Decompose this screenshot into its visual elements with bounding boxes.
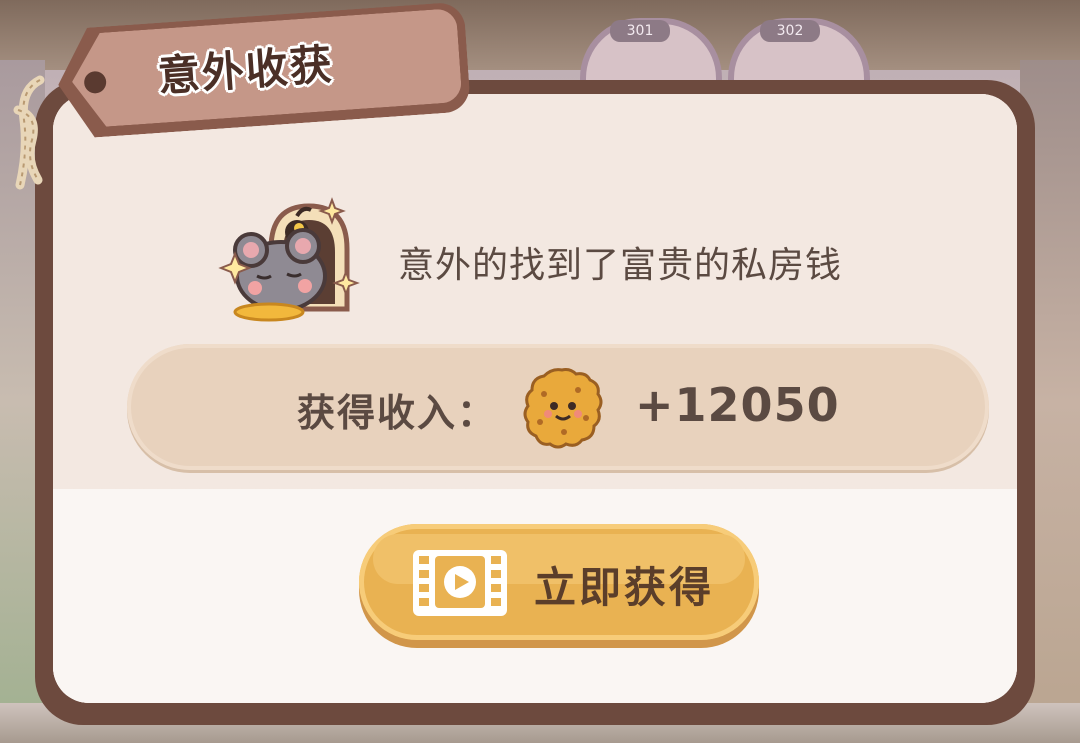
claim-button-label: 立即获得: [534, 563, 715, 612]
dialog-panel: 意外的找到了富贵的私房钱 获得收入： +12050 立即获得: [53, 94, 1017, 703]
reward-dialog: 意外的找到了富贵的私房钱 获得收入： +12050 立即获得: [35, 80, 1035, 725]
income-value: +12050: [635, 378, 840, 432]
event-message: 意外的找到了富贵的私房钱: [398, 245, 843, 286]
room-number-label: 301: [610, 20, 670, 42]
dialog-title: 意外收获: [156, 39, 336, 101]
income-panel: 获得收入： +12050: [127, 344, 989, 470]
video-play-icon: [413, 550, 507, 616]
mouse-sleeping-with-coin-icon: [218, 197, 360, 322]
rope-knot-icon: [13, 75, 45, 190]
claim-now-button[interactable]: 立即获得: [359, 524, 759, 640]
income-label: 获得收入：: [297, 391, 498, 435]
room-number-label: 302: [760, 20, 820, 42]
cookie-coin-icon: [523, 368, 603, 449]
